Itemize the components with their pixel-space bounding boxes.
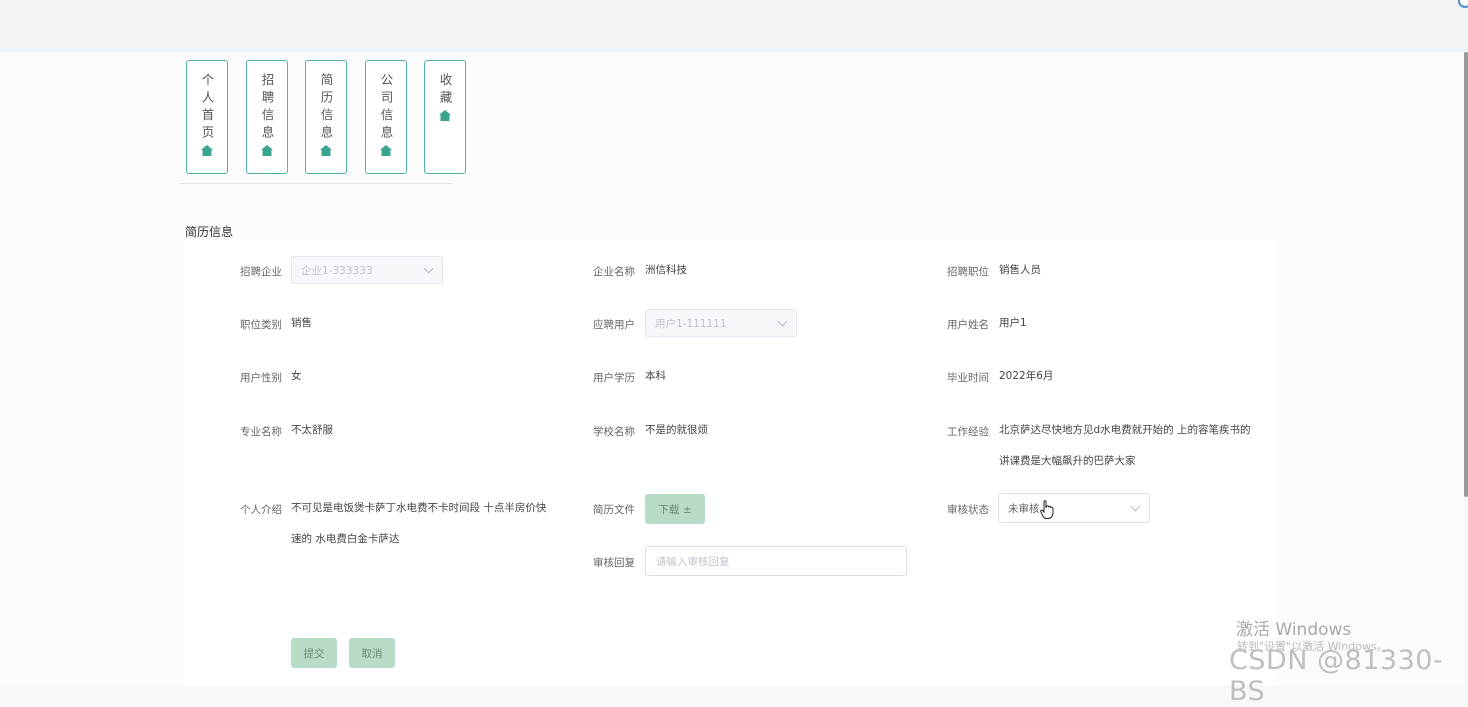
review-status-label: 审核状态	[947, 504, 989, 516]
applicant-select[interactable]: 用户1-111111	[645, 309, 797, 337]
applicant-select-value: 用户1-111111	[655, 317, 727, 330]
nav-item-company-info[interactable]: 公司信息	[365, 60, 407, 174]
school-value: 不是的就很烦	[645, 424, 708, 436]
education-label: 用户学历	[593, 372, 635, 384]
position-value: 销售人员	[999, 264, 1041, 276]
company-name-label: 企业名称	[593, 266, 635, 278]
chevron-down-icon	[777, 316, 788, 327]
cancel-button[interactable]: 取消	[349, 638, 395, 668]
experience-label: 工作经验	[947, 426, 989, 438]
hand-cursor-icon	[1040, 500, 1054, 519]
top-header-bar	[0, 0, 1468, 52]
resume-file-label: 简历文件	[593, 504, 635, 516]
home-icon	[439, 110, 451, 121]
intro-value: 不可见是电饭煲卡萨丁水电费不卡时间段 十点半房价快速的 水电费白金卡萨达	[291, 502, 547, 545]
company-label: 招聘企业	[240, 266, 282, 278]
nav-item-favorites[interactable]: 收藏	[424, 60, 466, 174]
home-icon	[261, 145, 273, 156]
download-button[interactable]: 下载 ±	[645, 494, 705, 524]
chevron-down-icon	[423, 263, 434, 274]
csdn-watermark: CSDN @81330-BS	[1229, 645, 1444, 707]
graduation-label: 毕业时间	[947, 372, 989, 384]
chevron-down-icon	[1130, 501, 1141, 512]
nav-item-label: 个人首页	[199, 73, 215, 143]
experience-value: 北京萨达尽快地方见d水电费就开始的 上的容笔疾书的 讲课费是大幅飙升的巴萨大家	[999, 424, 1251, 467]
applicant-label: 应聘用户	[593, 319, 635, 331]
nav-item-label: 招聘信息	[259, 73, 275, 143]
company-select[interactable]: 企业1-333333	[291, 256, 443, 284]
home-icon	[320, 145, 332, 156]
major-label: 专业名称	[240, 426, 282, 438]
gender-value: 女	[291, 370, 302, 382]
nav-divider	[180, 183, 452, 184]
user-name-label: 用户姓名	[947, 319, 989, 331]
job-category-label: 职位类别	[240, 319, 282, 331]
home-icon	[201, 145, 213, 156]
user-name-value: 用户1	[999, 317, 1027, 329]
school-label: 学校名称	[593, 426, 635, 438]
status-dot-icon	[1458, 0, 1468, 8]
nav-item-label: 简历信息	[318, 73, 334, 143]
review-reply-label: 审核回复	[593, 557, 635, 569]
review-reply-input[interactable]: 请输入审核回复	[645, 546, 907, 576]
intro-label: 个人介绍	[240, 504, 282, 516]
nav-item-label: 收藏	[437, 73, 453, 108]
position-label: 招聘职位	[947, 266, 989, 278]
gender-label: 用户性别	[240, 372, 282, 384]
education-value: 本科	[645, 370, 666, 382]
windows-activation-title: 激活 Windows	[1236, 620, 1352, 640]
nav-item-label: 公司信息	[378, 73, 394, 143]
company-select-value: 企业1-333333	[301, 264, 373, 277]
job-category-value: 销售	[291, 317, 312, 329]
company-name-value: 洲信科技	[645, 264, 687, 276]
nav-item-resume-info[interactable]: 简历信息	[305, 60, 347, 174]
nav-item-job-info[interactable]: 招聘信息	[246, 60, 288, 174]
nav-item-personal-home[interactable]: 个人首页	[186, 60, 228, 174]
vertical-scrollbar[interactable]	[1464, 52, 1468, 497]
review-status-select[interactable]: 未审核	[998, 493, 1150, 523]
review-status-value: 未审核	[1008, 502, 1040, 515]
home-icon	[380, 145, 392, 156]
major-value: 不太舒服	[291, 424, 333, 436]
submit-button[interactable]: 提交	[291, 638, 337, 668]
graduation-value: 2022年6月	[999, 370, 1054, 382]
section-title: 简历信息	[185, 225, 234, 239]
